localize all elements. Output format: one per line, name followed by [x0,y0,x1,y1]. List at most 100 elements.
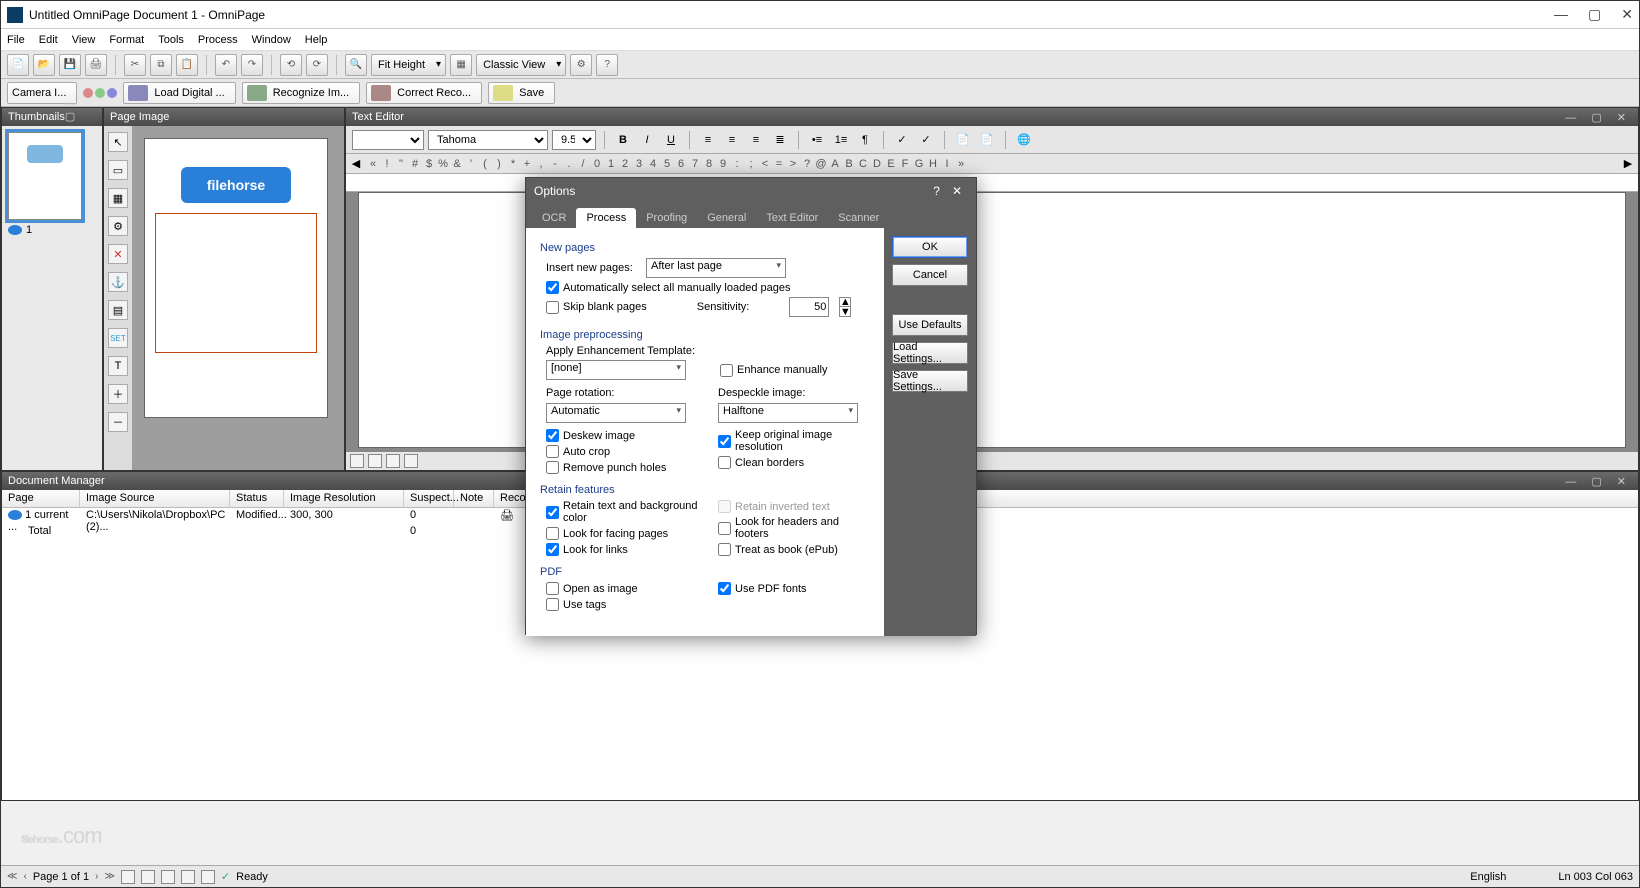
cut-icon[interactable]: ✂ [124,54,146,76]
epub-checkbox[interactable]: Treat as book (ePub) [718,543,870,556]
despeckle-select[interactable]: Halftone [718,403,858,423]
char-cell[interactable]: D [870,158,884,170]
menu-help[interactable]: Help [305,34,328,46]
tab-proofing[interactable]: Proofing [636,208,697,228]
col-suspect[interactable]: Suspect... [404,490,454,507]
panel-controls[interactable]: — ▢ ✕ [1565,475,1632,488]
char-cell[interactable]: H [926,158,940,170]
pointer-tool-icon[interactable]: ↖ [108,132,128,152]
char-cell[interactable]: / [576,158,590,170]
undo-icon[interactable]: ↶ [215,54,237,76]
zoomin-tool-icon[interactable]: ＋ [108,384,128,404]
view-mode-1[interactable] [350,454,364,468]
char-cell[interactable]: % [436,158,450,170]
new-doc-icon[interactable]: 📄 [7,54,29,76]
ok-button[interactable]: OK [892,236,968,258]
select-tool-icon[interactable]: ▭ [108,160,128,180]
zone-tool-icon[interactable]: ▦ [108,188,128,208]
rotate-left-icon[interactable]: ⟲ [280,54,302,76]
char-cell[interactable]: < [758,158,772,170]
bold-icon[interactable]: B [613,130,633,150]
char-cell[interactable]: E [884,158,898,170]
pdf-fonts-checkbox[interactable]: Use PDF fonts [718,582,870,595]
links-checkbox[interactable]: Look for links [546,543,698,556]
char-cell[interactable]: ) [492,158,506,170]
style-select[interactable] [352,130,424,150]
settings-icon[interactable]: ⚙ [570,54,592,76]
paste-icon[interactable]: 📋 [176,54,198,76]
char-cell[interactable]: 6 [674,158,688,170]
tab-scanner[interactable]: Scanner [828,208,889,228]
save-button[interactable]: Save [488,82,555,104]
align-left-icon[interactable]: ≡ [698,130,718,150]
dialog-help-icon[interactable]: ? [927,184,946,198]
char-cell[interactable]: , [534,158,548,170]
char-cell[interactable]: + [520,158,534,170]
sb-btn-3[interactable] [161,870,175,884]
sb-btn-2[interactable] [141,870,155,884]
char-cell[interactable]: = [772,158,786,170]
sb-btn-4[interactable] [181,870,195,884]
align-center-icon[interactable]: ≡ [722,130,742,150]
skip-blank-checkbox[interactable]: Skip blank pages [546,301,647,314]
char-cell[interactable]: B [842,158,856,170]
menu-tools[interactable]: Tools [158,34,184,46]
open-image-checkbox[interactable]: Open as image [546,582,698,595]
tab-process[interactable]: Process [576,208,636,228]
check-icon[interactable]: ✓ [892,130,912,150]
char-cell[interactable]: ( [478,158,492,170]
doc2-icon[interactable]: 📄 [977,130,997,150]
paragraph-icon[interactable]: ¶ [855,130,875,150]
align-right-icon[interactable]: ≡ [746,130,766,150]
col-page[interactable]: Page [2,490,80,507]
char-cell[interactable]: # [408,158,422,170]
menu-view[interactable]: View [72,34,96,46]
char-cell[interactable]: 5 [660,158,674,170]
char-prev-icon[interactable]: ◀ [346,154,366,174]
char-cell[interactable]: G [912,158,926,170]
char-cell[interactable]: . [562,158,576,170]
anchor-tool-icon[interactable]: ⚓ [108,272,128,292]
last-page-icon[interactable]: ≫ [104,871,114,882]
minimize-button[interactable]: — [1554,6,1568,23]
number-list-icon[interactable]: 1≡ [831,130,851,150]
char-cell[interactable]: > [786,158,800,170]
char-cell[interactable]: 0 [590,158,604,170]
spell-icon[interactable]: ✓ [916,130,936,150]
tab-text-editor[interactable]: Text Editor [756,208,828,228]
sensitivity-input[interactable] [789,297,829,317]
rotate-right-icon[interactable]: ⟳ [306,54,328,76]
keep-res-checkbox[interactable]: Keep original image resolution [718,429,870,453]
thumbnail-page-1[interactable] [8,132,82,220]
rotation-select[interactable]: Automatic [546,403,686,423]
char-cell[interactable]: A [828,158,842,170]
fit-combo[interactable]: Fit Height [371,54,446,76]
punch-checkbox[interactable]: Remove punch holes [546,461,698,474]
save-settings-button[interactable]: Save Settings... [892,370,968,392]
char-cell[interactable]: 2 [618,158,632,170]
view-combo[interactable]: Classic View [476,54,566,76]
load-digital-button[interactable]: Load Digital ... [123,82,235,104]
char-cell[interactable]: 7 [688,158,702,170]
enh-manual-checkbox[interactable]: Enhance manually [720,364,828,377]
headers-checkbox[interactable]: Look for headers and footers [718,516,870,540]
bullet-list-icon[interactable]: •≡ [807,130,827,150]
char-cell[interactable]: 9 [716,158,730,170]
size-select[interactable]: 9.5 [552,130,596,150]
delete-tool-icon[interactable]: ✕ [108,244,128,264]
sb-btn-5[interactable] [201,870,215,884]
char-cell[interactable]: ? [800,158,814,170]
prev-page-icon[interactable]: ‹ [23,871,26,882]
tab-general[interactable]: General [697,208,756,228]
recognize-button[interactable]: Recognize Im... [242,82,360,104]
char-cell[interactable]: : [730,158,744,170]
char-cell[interactable]: @ [814,158,828,170]
view-mode-3[interactable] [386,454,400,468]
use-tags-checkbox[interactable]: Use tags [546,598,698,611]
auto-select-checkbox[interactable]: Automatically select all manually loaded… [546,281,790,294]
correct-button[interactable]: Correct Reco... [366,82,482,104]
menu-process[interactable]: Process [198,34,238,46]
next-page-icon[interactable]: › [95,871,98,882]
layout-icon[interactable]: ▦ [450,54,472,76]
open-icon[interactable]: 📂 [33,54,55,76]
